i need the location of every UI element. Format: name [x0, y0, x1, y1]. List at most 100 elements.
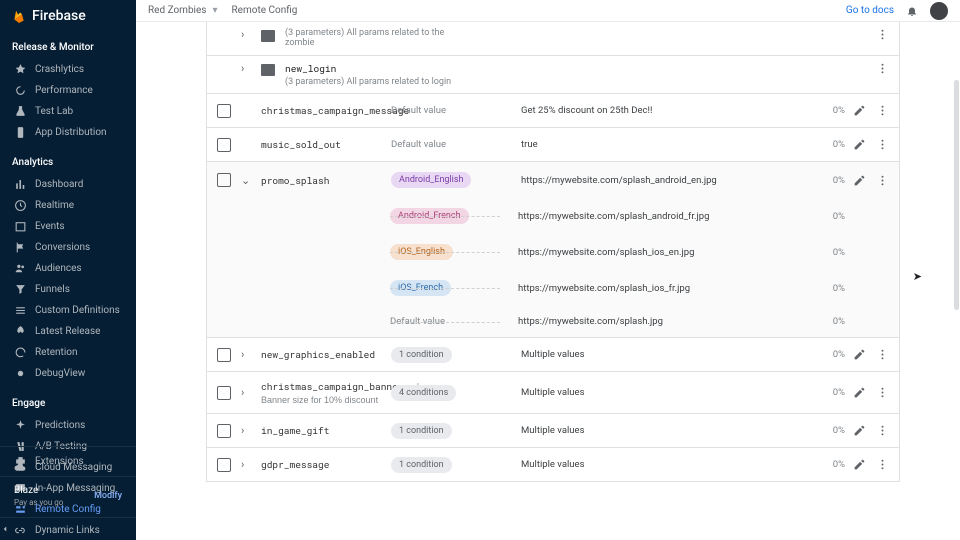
chevron-right-icon[interactable]: › — [241, 386, 253, 399]
sidebar-item-appdist[interactable]: App Distribution — [0, 122, 136, 143]
param-name: in_game_gift — [261, 424, 391, 437]
sidebar-billing[interactable]: Blaze Pay as you go Modify — [0, 476, 136, 517]
edit-icon[interactable] — [853, 424, 866, 437]
param-value: Multiple values — [521, 459, 805, 470]
bell-icon[interactable] — [906, 5, 918, 17]
chevron-right-icon[interactable]: › — [241, 424, 253, 437]
clock-icon — [14, 199, 27, 212]
param-row[interactable]: music_sold_out Default value true 0% — [207, 128, 899, 162]
group-desc: (3 parameters) All params related to the… — [285, 28, 465, 48]
param-name: gdpr_message — [261, 458, 391, 471]
chevron-right-icon[interactable]: › — [241, 62, 253, 75]
more-icon[interactable] — [876, 62, 889, 75]
more-icon[interactable] — [876, 348, 889, 361]
brand[interactable]: Firebase — [0, 0, 136, 34]
row-checkbox[interactable] — [217, 173, 231, 187]
edit-icon[interactable] — [853, 174, 866, 187]
sidebar-item-performance[interactable]: Performance — [0, 80, 136, 101]
group-row[interactable]: › (3 parameters) All params related to t… — [207, 22, 899, 56]
scrollbar[interactable] — [954, 80, 959, 310]
refresh-icon — [14, 346, 27, 359]
percent: 0% — [805, 387, 845, 398]
condition-chip[interactable]: Android_French — [390, 208, 469, 224]
param-row[interactable]: › gdpr_message 1 condition Multiple valu… — [207, 448, 899, 482]
section-release: Release & Monitor Crashlytics Performanc… — [0, 34, 136, 143]
condition-chip[interactable]: 1 condition — [391, 457, 452, 473]
row-checkbox[interactable] — [217, 458, 231, 472]
sidebar-item-crashlytics[interactable]: Crashlytics — [0, 59, 136, 80]
section-analytics: Analytics Dashboard Realtime Events Conv… — [0, 149, 136, 384]
goto-docs-link[interactable]: Go to docs — [846, 5, 894, 16]
row-checkbox[interactable] — [217, 424, 231, 438]
chevron-down-icon[interactable]: ⌄ — [241, 174, 253, 187]
sidebar-item-predictions[interactable]: Predictions — [0, 415, 136, 436]
more-icon[interactable] — [876, 104, 889, 117]
chevron-right-icon[interactable]: › — [241, 28, 253, 41]
more-icon[interactable] — [876, 174, 889, 187]
sidebar-item-conversions[interactable]: Conversions — [0, 237, 136, 258]
flag-icon — [14, 241, 27, 254]
billing-modify[interactable]: Modify — [94, 491, 122, 501]
avatar[interactable] — [930, 2, 948, 20]
param-value: true — [521, 139, 805, 150]
param-value: Multiple values — [521, 387, 805, 398]
more-icon[interactable] — [876, 458, 889, 471]
sidebar-item-debugview[interactable]: DebugView — [0, 363, 136, 384]
more-icon[interactable] — [876, 424, 889, 437]
param-name: music_sold_out — [261, 138, 391, 151]
edit-icon[interactable] — [853, 138, 866, 151]
condition-chip[interactable]: 1 condition — [391, 423, 452, 439]
sidebar-item-retention[interactable]: Retention — [0, 342, 136, 363]
sidebar-collapse[interactable] — [0, 517, 136, 540]
folder-icon — [261, 64, 275, 76]
sidebar-item-dashboard[interactable]: Dashboard — [0, 174, 136, 195]
percent: 0% — [805, 247, 845, 258]
row-checkbox[interactable] — [217, 138, 231, 152]
calendar-icon — [14, 220, 27, 233]
chevron-left-icon — [0, 524, 10, 534]
chevron-right-icon[interactable]: › — [241, 458, 253, 471]
condition-chip[interactable]: 4 conditions — [391, 385, 456, 401]
more-icon[interactable] — [876, 138, 889, 151]
row-checkbox[interactable] — [217, 348, 231, 362]
brand-text: Firebase — [32, 8, 86, 24]
sidebar-item-testlab[interactable]: Test Lab — [0, 101, 136, 122]
condition-chip[interactable]: Android_English — [391, 172, 471, 188]
condition-chip[interactable]: iOS_French — [390, 280, 451, 296]
param-row[interactable]: christmas_campaign_message Default value… — [207, 94, 899, 128]
sparkle-icon — [14, 419, 27, 432]
sidebar-item-funnels[interactable]: Funnels — [0, 279, 136, 300]
more-icon[interactable] — [876, 386, 889, 399]
chevron-right-icon[interactable]: › — [241, 348, 253, 361]
more-icon[interactable] — [876, 28, 889, 41]
percent: 0% — [805, 425, 845, 436]
param-name: christmas_campaign_message — [261, 104, 391, 117]
param-row[interactable]: › new_graphics_enabled 1 condition Multi… — [207, 338, 899, 372]
param-row[interactable]: › in_game_gift 1 condition Multiple valu… — [207, 414, 899, 448]
chevron-down-icon[interactable]: ▾ — [212, 5, 217, 16]
param-name: promo_splash — [261, 174, 391, 187]
group-row[interactable]: › new_login (3 parameters) All params re… — [207, 56, 899, 94]
row-checkbox[interactable] — [217, 386, 231, 400]
project-selector[interactable]: Red Zombies — [148, 5, 206, 16]
sidebar-item-customdef[interactable]: Custom Definitions — [0, 300, 136, 321]
edit-icon[interactable] — [853, 458, 866, 471]
group-title: new_login — [285, 62, 845, 75]
param-name: new_graphics_enabled — [261, 348, 391, 361]
sidebar-item-latestrelease[interactable]: Latest Release — [0, 321, 136, 342]
row-checkbox[interactable] — [217, 104, 231, 118]
condition-chip[interactable]: 1 condition — [391, 347, 452, 363]
param-value: Get 25% discount on 25th Dec!! — [521, 105, 805, 116]
param-row[interactable]: › christmas_campaign_banner_size Banner … — [207, 372, 899, 414]
edit-icon[interactable] — [853, 348, 866, 361]
sidebar-item-events[interactable]: Events — [0, 216, 136, 237]
billing-plan: Blaze — [14, 485, 63, 496]
sidebar-item-realtime[interactable]: Realtime — [0, 195, 136, 216]
sidebar-extensions[interactable]: Extensions — [0, 446, 136, 476]
condition-chip[interactable]: iOS_English — [390, 244, 453, 260]
edit-icon[interactable] — [853, 104, 866, 117]
percent: 0% — [805, 283, 845, 294]
edit-icon[interactable] — [853, 386, 866, 399]
sidebar-item-audiences[interactable]: Audiences — [0, 258, 136, 279]
people-icon — [14, 262, 27, 275]
